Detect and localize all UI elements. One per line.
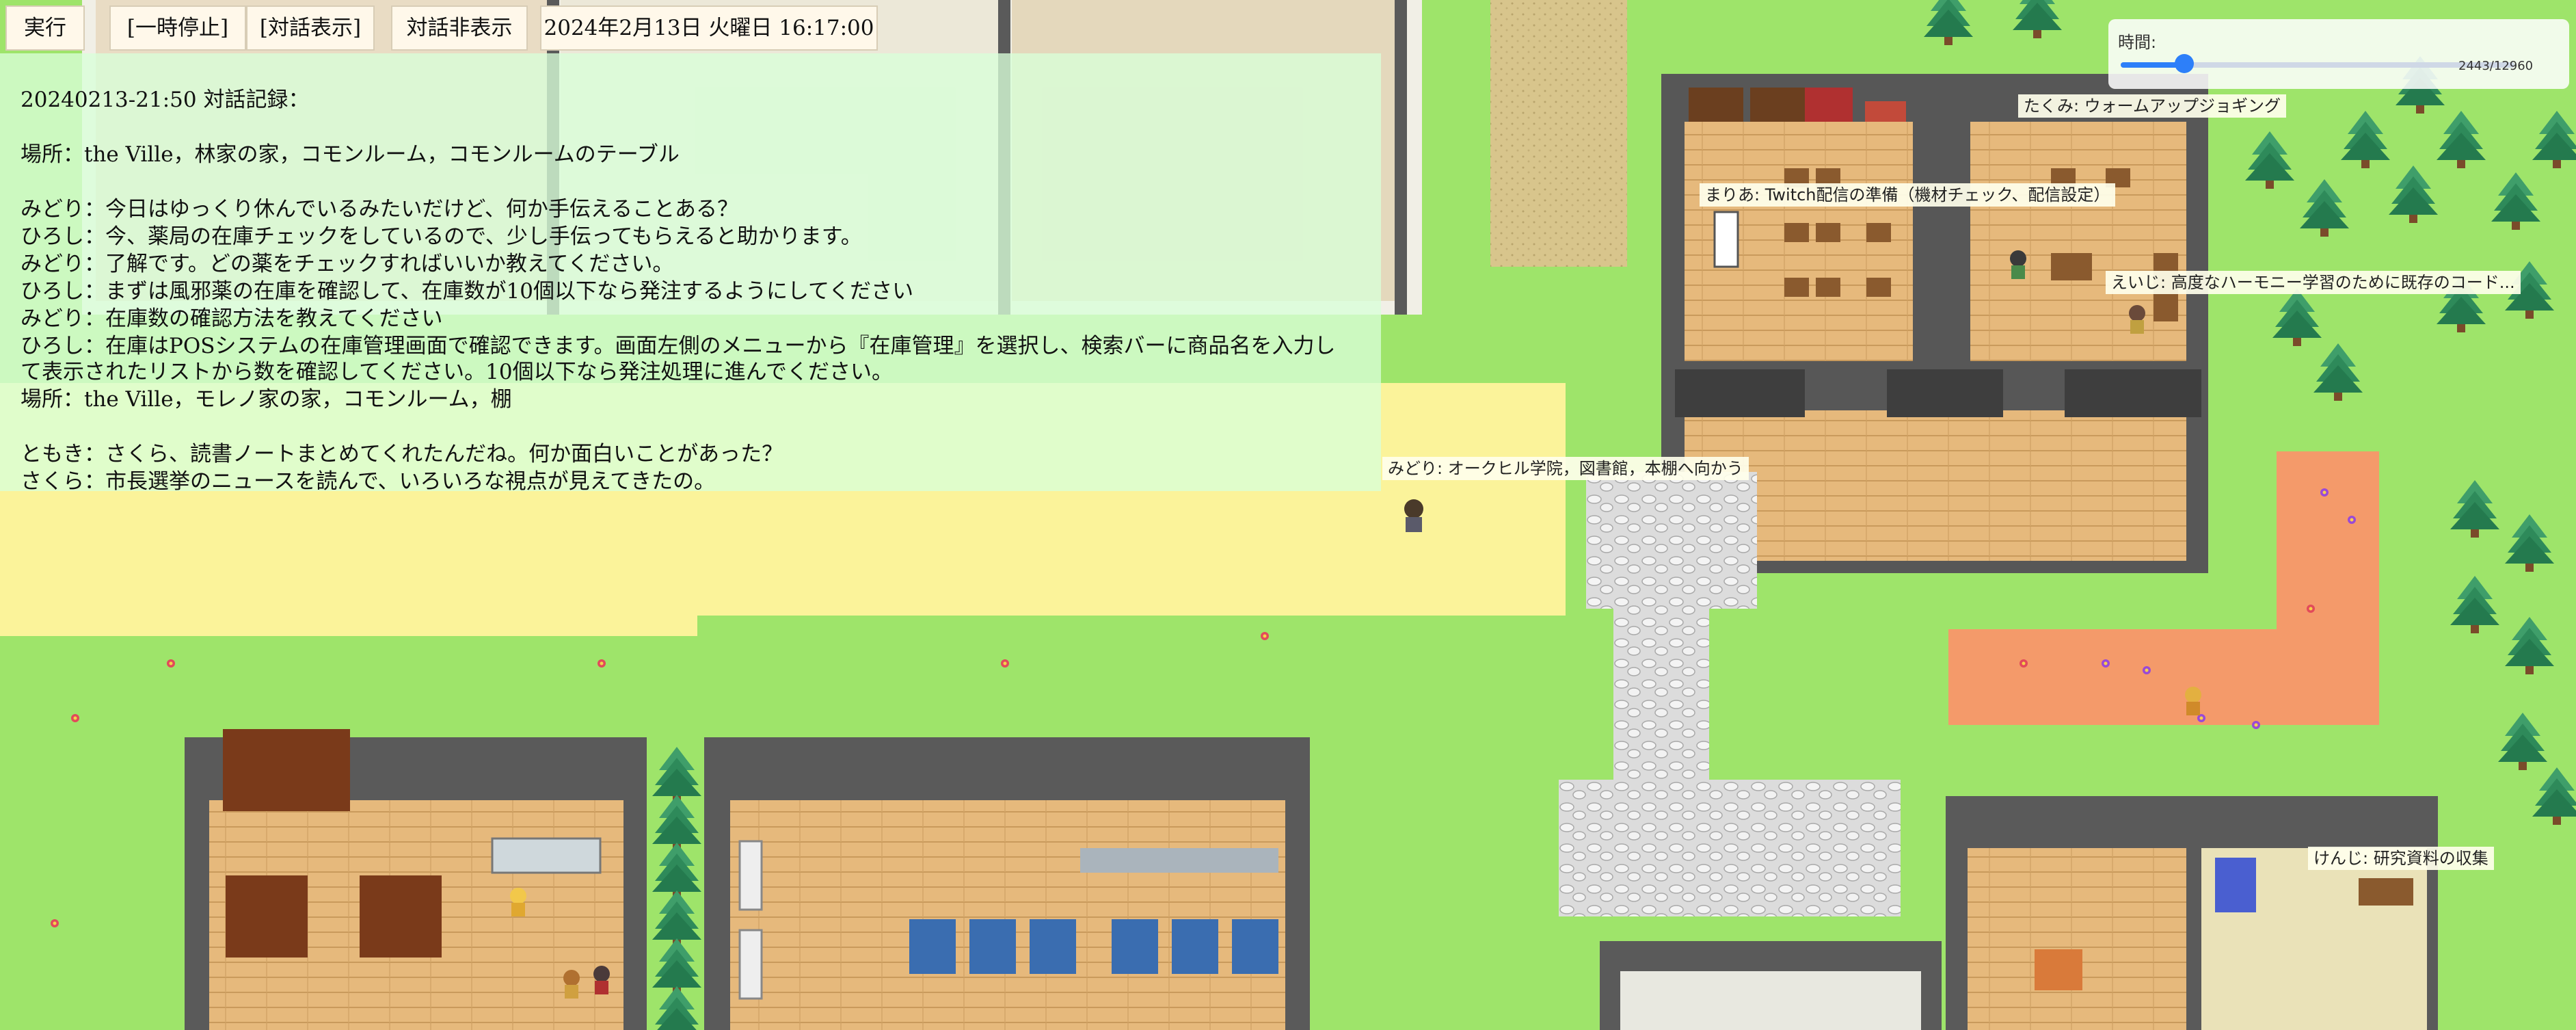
log-line: さくら：市長選挙のニュースを読んで、いろいろな視点が見えてきたの。 [21,469,716,494]
time-label: 時間: [2118,33,2157,52]
pause-button[interactable]: [一時停止] [109,5,246,51]
log-line: みどり：在庫数の確認方法を教えてください [21,306,443,331]
agent-label-midori: みどり: オークヒル学院，図書館，本棚へ向かう [1382,457,1749,480]
toolbar: 実行 [一時停止] [対話表示] 対話非表示 2024年2月13日 火曜日 16… [0,0,882,53]
agent-label-takumi: たくみ: ウォームアップジョギング [2018,94,2286,118]
log-line: 場所：the Ville，林家の家，コモンルーム，コモンルームのテーブル [21,142,680,167]
time-readout: 2443/12960 [2458,59,2534,73]
log-line: 20240213-21:50 対話記録： [21,88,310,112]
time-panel: 時間: 2443/12960 [2108,19,2569,89]
log-line: ともき：さくら、読書ノートまとめてくれたんだね。何か面白いことがあった？ [21,442,783,466]
log-line: ひろし：今、薬局の在庫チェックをしているので、少し手伝ってもらえると助かります。 [21,224,862,249]
dialog-log-panel: 20240213-21:50 対話記録： 場所：the Ville，林家の家，コ… [0,53,1381,494]
log-line: 場所：the Ville，モレノ家の家，コモンルーム，棚 [21,387,512,412]
agent-label-maria: まりあ: Twitch配信の準備（機材チェック、配信設定） [1700,183,2116,207]
agent-label-eiji: えいじ: 高度なハーモニー学習のために既存のコード... [2106,271,2521,294]
log-line: て表示されたリストから数を確認してください。10個以下なら発注処理に進んでくださ… [21,360,894,384]
hide-dialog-button[interactable]: 対話非表示 [391,5,528,51]
time-slider[interactable] [2121,54,2514,73]
log-line: みどり：今日はゆっくり休んでいるみたいだけど、何か手伝えることある？ [21,197,738,222]
datetime-display: 2024年2月13日 火曜日 16:17:00 [540,5,878,51]
log-line: ひろし：まずは風邪薬の在庫を確認して、在庫数が10個以下なら発注するようにしてく… [21,279,914,304]
time-slider-handle[interactable] [2175,54,2194,73]
show-dialog-button[interactable]: [対話表示] [246,5,375,51]
run-button[interactable]: 実行 [5,5,85,51]
log-line: みどり：了解です。どの薬をチェックすればいいか教えてください。 [21,252,674,276]
agent-label-kenji: けんじ: 研究資料の収集 [2308,847,2494,870]
